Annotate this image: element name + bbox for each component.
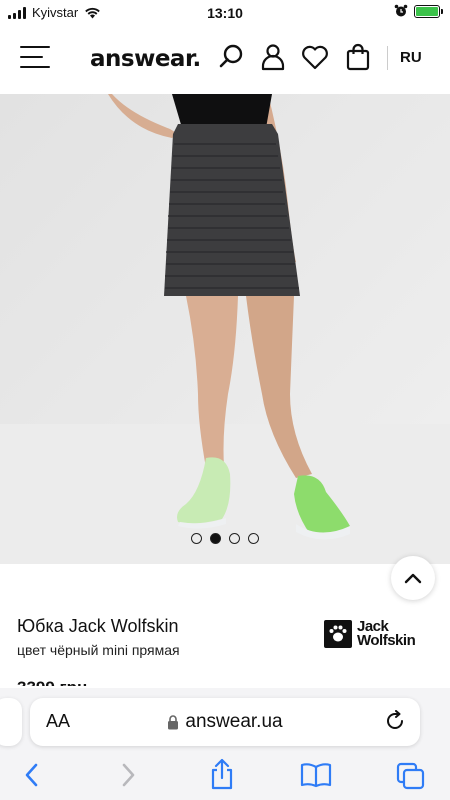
search-icon[interactable] <box>217 42 247 72</box>
bookmarks-book-icon[interactable] <box>300 762 332 788</box>
site-logo[interactable]: answear. <box>90 46 201 72</box>
safari-bottom-bar: AA answear.ua <box>0 688 450 800</box>
product-photo <box>0 94 450 564</box>
shopping-bag-icon[interactable] <box>343 42 373 72</box>
brand-name-line2: Wolfskin <box>357 632 416 649</box>
battery-icon <box>414 4 443 18</box>
carousel-dot-3[interactable] <box>229 533 240 544</box>
alarm-icon <box>394 4 408 17</box>
carousel-dots <box>0 533 450 544</box>
wishlist-heart-icon[interactable] <box>300 42 330 72</box>
paw-icon <box>324 620 352 648</box>
status-right <box>394 4 443 18</box>
carousel-dot-4[interactable] <box>248 533 259 544</box>
product-title: Юбка Jack Wolfskin <box>17 616 179 636</box>
back-arrow-icon[interactable] <box>22 762 42 788</box>
reload-icon[interactable] <box>384 710 406 732</box>
brand-logo[interactable]: Jack Wolfskin <box>324 619 416 649</box>
address-bar[interactable]: AA answear.ua <box>30 698 420 746</box>
chevron-up-icon <box>404 573 422 584</box>
lock-icon <box>168 714 179 729</box>
share-icon[interactable] <box>208 758 236 790</box>
url-display[interactable]: answear.ua <box>30 711 420 733</box>
clock: 13:10 <box>207 5 243 21</box>
product-subtitle: цвет чёрный mini прямая <box>17 642 180 658</box>
carousel-dot-2[interactable] <box>210 533 221 544</box>
product-image-carousel[interactable] <box>0 94 450 564</box>
hamburger-menu-icon[interactable] <box>20 46 50 70</box>
safari-toolbar <box>0 758 450 794</box>
forward-arrow-icon[interactable] <box>118 762 138 788</box>
brand-name: Jack Wolfskin <box>357 619 416 649</box>
header-divider <box>387 46 388 70</box>
previous-tab-preview[interactable] <box>0 698 22 746</box>
scroll-to-top-button[interactable] <box>391 556 435 600</box>
user-account-icon[interactable] <box>258 42 288 72</box>
language-switch[interactable]: RU <box>400 49 422 66</box>
url-text: answear.ua <box>185 711 283 732</box>
tabs-icon[interactable] <box>396 762 426 790</box>
site-header: answear. RU <box>0 26 450 94</box>
carousel-dot-1[interactable] <box>191 533 202 544</box>
status-bar: Kyivstar 13:10 <box>0 0 450 26</box>
